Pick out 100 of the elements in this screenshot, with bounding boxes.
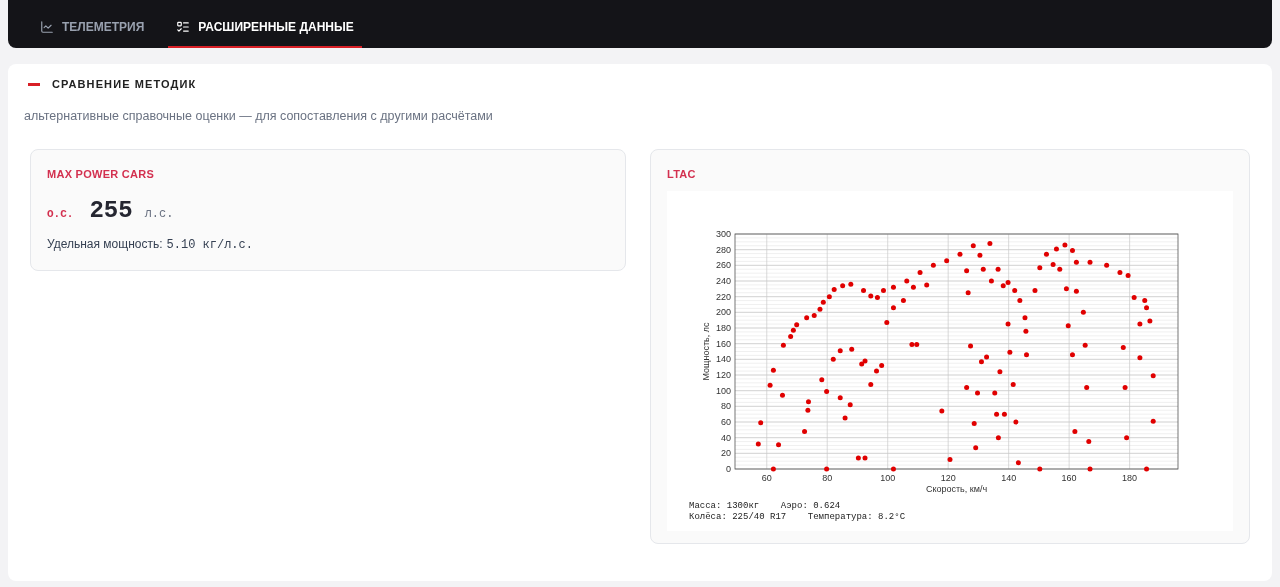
card-title: MAX POWER CARS [47,167,156,183]
y-axis-label: Мощность, лс [701,322,711,381]
data-point [824,466,830,472]
data-point [947,456,953,462]
section-subtitle: альтернативные справочные оценки — для сопоставления с другими расчётами [23,107,494,125]
data-point [780,342,786,348]
data-point [975,390,980,396]
data-point [805,407,811,413]
data-point [847,402,853,407]
method-prefix: О.С. [47,206,74,222]
chart-line-icon [40,20,54,34]
tick-label: 40 [721,432,731,443]
data-point [1005,321,1011,327]
data-point [1024,351,1029,357]
data-point [1012,287,1018,293]
data-point [1144,466,1150,472]
x-axis-label: Скорость, км/ч [925,483,988,494]
data-point [1063,286,1069,292]
data-point [957,251,963,257]
data-point [1010,381,1016,387]
card-title: LTAC [667,167,697,183]
data-point [930,262,936,268]
data-point [824,388,830,394]
tick-label: 120 [940,472,956,483]
data-point [1087,259,1093,265]
data-point [842,415,848,421]
list-icon [176,20,191,34]
tick-label: 300 [715,228,731,239]
tick-label: 80 [721,401,731,412]
data-point [1072,428,1078,434]
data-point [1150,418,1156,424]
data-point [806,398,811,404]
data-point [964,268,970,274]
data-point [1150,373,1156,379]
data-point [988,278,994,284]
tick-label: 80 [822,472,833,483]
data-point [1069,351,1075,357]
data-point [1080,309,1086,315]
data-point [868,381,874,387]
data-point [971,420,977,426]
specific-power-label: Удельная мощность: [47,235,163,253]
data-point [965,290,971,295]
tick-label: 140 [1001,472,1017,483]
data-point [837,394,843,400]
section-title: СРАВНЕНИЕ МЕТОДИК [52,77,197,92]
data-point [1037,264,1043,270]
data-point [802,428,808,434]
data-point [884,319,890,325]
data-point [890,304,896,310]
tick-label: 100 [715,385,731,396]
data-point [1147,318,1153,324]
tick-label: 60 [761,472,772,483]
data-point [970,243,976,248]
tick-label: 180 [715,322,731,333]
data-point [1022,315,1028,321]
data-point [848,281,854,287]
data-point [780,392,785,398]
data-point [1007,349,1013,355]
data-point [1122,384,1128,390]
data-point [1137,321,1143,327]
data-point [964,384,970,390]
data-point [849,346,855,352]
data-point [1120,344,1126,350]
tick-label: 120 [715,369,731,380]
data-point [917,269,923,275]
tick-label: 100 [880,472,896,483]
data-point [758,420,764,426]
tick-label: 160 [715,338,731,349]
data-point [1023,328,1029,334]
tick-label: 240 [715,275,731,286]
data-point [1104,262,1110,268]
chart-note: Колёса: 225/40 R17 Температура: 8.2°C [689,511,906,523]
chart-note: Масса: 1300кг Аэро: 0.624 [689,500,841,512]
power-value: 255 [89,195,133,226]
section-marker [28,82,40,86]
data-point [1015,460,1021,465]
data-point [830,356,836,362]
data-point [890,284,896,290]
data-point [977,252,983,258]
tab[interactable]: РАСШИРЕННЫЕ ДАННЫЕ [168,8,362,48]
data-point [1065,322,1071,328]
data-point [1137,355,1143,360]
data-point [1073,288,1079,294]
tab[interactable]: ТЕЛЕМЕТРИЯ [32,8,153,48]
tick-label: 0 [726,463,731,474]
tick-label: 160 [1061,472,1077,483]
data-point [1073,259,1079,265]
data-point [1124,434,1130,440]
data-point [755,441,761,447]
data-point [944,257,950,263]
data-point [1087,466,1093,472]
data-point [997,369,1003,375]
data-point [1017,297,1023,303]
specific-power-value: 5.10 кг/л.с. [166,236,253,254]
data-point [939,408,945,414]
data-point [987,240,993,246]
data-point [1082,342,1088,348]
tick-label: 200 [715,307,731,318]
tick-label: 20 [721,448,731,459]
data-point [890,466,896,472]
